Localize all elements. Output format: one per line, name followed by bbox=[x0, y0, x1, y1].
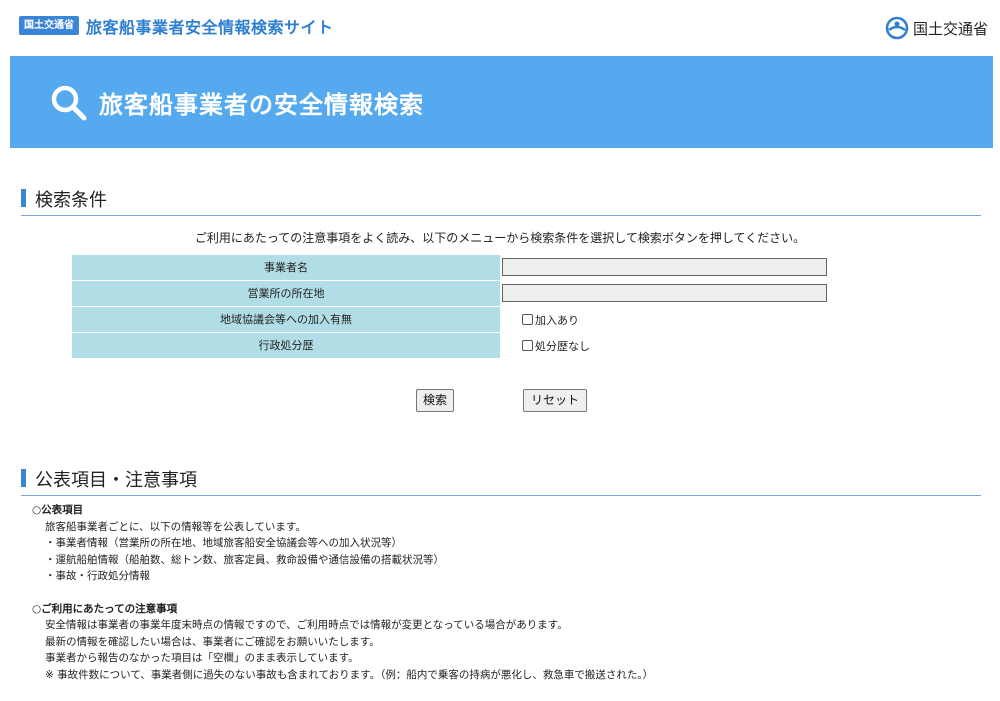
public-item-line: 旅客船事業者ごとに、以下の情報等を公表しています。 bbox=[45, 520, 306, 533]
office-location-input[interactable] bbox=[502, 284, 827, 302]
mlit-logo-icon bbox=[885, 16, 909, 40]
public-item-line: ・運航船舶情報（船舶数、総トン数、旅客定員、救命設備や通信設備の搭載状況等） bbox=[45, 553, 444, 566]
public-item-line: ・事故・行政処分情報 bbox=[45, 570, 150, 582]
caution-line: ※ 事故件数について、事業者側に過失のない事故も含まれております。（例：船内で乗… bbox=[45, 668, 654, 681]
form-row-admin-action: 行政処分歴 処分歴なし bbox=[72, 333, 832, 358]
search-section-header: 検索条件 bbox=[21, 186, 981, 216]
section-accent-bar bbox=[21, 189, 26, 207]
search-section-title: 検索条件 bbox=[35, 190, 107, 211]
search-form: 事業者名 営業所の所在地 地域協議会等への加入有無 加入あり 行政処分歴 処分歴… bbox=[72, 255, 832, 359]
caution-line: 事業者から報告のなかった項目は「空欄」のまま表示しています。 bbox=[45, 652, 359, 664]
ministry-badge: 国土交通省 bbox=[19, 16, 79, 35]
logo-text: 国土交通省 bbox=[912, 19, 988, 38]
reset-button[interactable]: リセット bbox=[523, 389, 587, 412]
hero-banner: 旅客船事業者の安全情報検索 bbox=[10, 56, 993, 148]
public-items-heading: ○公表項目 bbox=[32, 504, 84, 516]
site-title[interactable]: 旅客船事業者安全情報検索サイト bbox=[86, 14, 334, 38]
mlit-logo[interactable]: 国土交通省 bbox=[885, 14, 988, 42]
search-instructions: ご利用にあたっての注意事項をよく読み、以下のメニューから検索条件を選択して検索ボ… bbox=[194, 231, 806, 245]
search-button[interactable]: 検索 bbox=[416, 389, 454, 412]
admin-action-label: 行政処分歴 bbox=[72, 333, 500, 358]
caution-line: 最新の情報を確認したい場合は、事業者にご確認をお願いいたします。 bbox=[45, 635, 380, 648]
operator-name-input[interactable] bbox=[502, 258, 827, 276]
council-checkbox-label[interactable]: 加入あり bbox=[535, 312, 579, 328]
form-row-office-location: 営業所の所在地 bbox=[72, 281, 832, 306]
public-item-line: ・事業者情報（営業所の所在地、地域旅客船安全協議会等への加入状況等） bbox=[45, 537, 402, 549]
page-title: 旅客船事業者の安全情報検索 bbox=[99, 91, 424, 119]
notice-section-header: 公表項目・注意事項 bbox=[21, 466, 981, 496]
council-checkbox[interactable] bbox=[522, 314, 533, 325]
cautions-heading: ○ご利用にあたっての注意事項 bbox=[32, 602, 178, 615]
operator-name-label: 事業者名 bbox=[72, 255, 500, 280]
admin-action-checkbox[interactable] bbox=[522, 340, 533, 351]
form-row-council: 地域協議会等への加入有無 加入あり bbox=[72, 307, 832, 332]
council-label: 地域協議会等への加入有無 bbox=[72, 307, 500, 332]
search-icon bbox=[51, 85, 87, 121]
notice-section-title: 公表項目・注意事項 bbox=[35, 470, 197, 491]
office-location-label: 営業所の所在地 bbox=[72, 281, 500, 306]
top-bar: 国土交通省 旅客船事業者安全情報検索サイト 国土交通省 bbox=[0, 0, 1000, 52]
caution-line: 安全情報は事業者の事業年度末時点の情報ですので、ご利用時点では情報が変更となって… bbox=[45, 619, 568, 631]
notice-body: ○公表項目 旅客船事業者ごとに、以下の情報等を公表しています。 ・事業者情報（営… bbox=[32, 502, 654, 683]
section-accent-bar bbox=[21, 469, 26, 487]
admin-action-checkbox-label[interactable]: 処分歴なし bbox=[535, 338, 590, 354]
form-row-operator-name: 事業者名 bbox=[72, 255, 832, 280]
